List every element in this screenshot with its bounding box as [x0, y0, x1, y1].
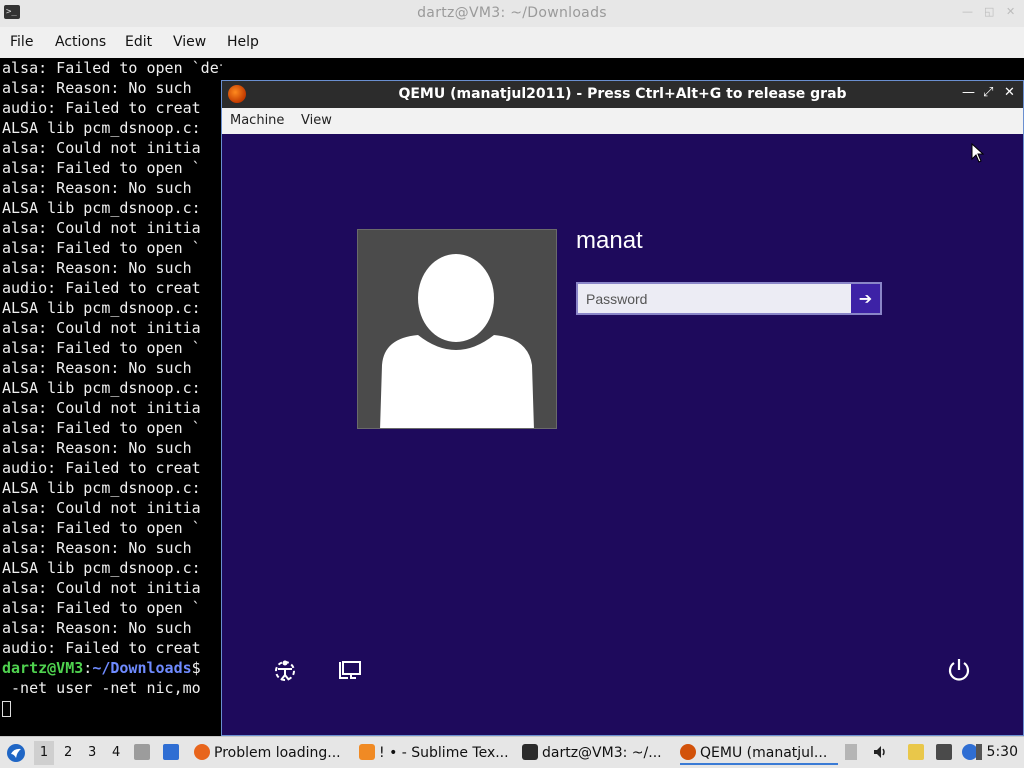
terminal-cursor	[2, 700, 11, 717]
terminal-cursor-line	[2, 698, 222, 718]
menu-edit[interactable]: Edit	[125, 34, 152, 50]
workspace-4[interactable]: 4	[112, 745, 120, 760]
menu-help[interactable]: Help	[227, 34, 259, 50]
prompt-sep: :	[83, 659, 93, 677]
terminal-line: ALSA lib pcm_dsnoop.c:	[2, 379, 201, 397]
minimize-icon[interactable]: —	[962, 5, 973, 18]
terminal-line: ALSA lib pcm_dsnoop.c:	[2, 559, 201, 577]
terminal-line: alsa: Reason: No such	[2, 619, 192, 637]
power-icon[interactable]	[947, 657, 971, 687]
terminal-icon	[522, 744, 538, 760]
task-qemu[interactable]: QEMU (manatjul...	[680, 743, 838, 765]
terminal-line: alsa: Could not initia	[2, 139, 201, 157]
terminal-line: ALSA lib pcm_dsnoop.c:	[2, 199, 201, 217]
task-firefox[interactable]: Problem loading...	[194, 743, 348, 765]
clock[interactable]: 5:30	[987, 744, 1018, 760]
workspace-1[interactable]: 1	[34, 741, 54, 765]
network-icon[interactable]	[338, 660, 362, 686]
firefox-icon	[194, 744, 210, 760]
terminal-line: audio: Failed to creat	[2, 279, 201, 297]
guest-login-screen[interactable]: manat ➔	[222, 134, 1023, 735]
user-silhouette-icon	[380, 254, 534, 428]
terminal-command: -net user -net nic,mo	[2, 679, 201, 697]
clipboard-icon[interactable]	[908, 744, 924, 760]
terminal-line: alsa: Reason: No such	[2, 439, 192, 457]
qemu-menubar: Machine View	[222, 108, 1023, 134]
terminal-line: alsa: Failed to open `	[2, 519, 201, 537]
task-terminal[interactable]: dartz@VM3: ~/...	[522, 743, 668, 765]
submit-arrow-button[interactable]: ➔	[851, 284, 880, 313]
user-avatar	[357, 229, 557, 429]
login-username: manat	[576, 227, 643, 254]
terminal-line: alsa: Failed to open `	[2, 239, 201, 257]
file-manager-icon[interactable]	[134, 744, 150, 760]
terminal-line: alsa: Failed to open `default':	[2, 59, 222, 77]
terminal-line: alsa: Failed to open `	[2, 339, 201, 357]
terminal-line: alsa: Could not initia	[2, 399, 201, 417]
terminal-line: audio: Failed to creat	[2, 459, 201, 477]
terminal-line: alsa: Could not initia	[2, 499, 201, 517]
volume-icon[interactable]	[872, 744, 888, 760]
network-tray-icon[interactable]	[936, 744, 952, 760]
terminal-line: alsa: Failed to open `	[2, 599, 201, 617]
taskbar: 1 2 3 4 Problem loading... ! • - Sublime…	[0, 736, 1024, 768]
terminal-line: alsa: Reason: No such	[2, 79, 192, 97]
terminal-output[interactable]: alsa: Failed to open `default': alsa: Rea…	[0, 58, 222, 736]
maximize-icon[interactable]: ⤢	[983, 85, 993, 100]
menu-view[interactable]: View	[173, 34, 206, 50]
qemu-titlebar[interactable]: QEMU (manatjul2011) - Press Ctrl+Alt+G t…	[222, 81, 1023, 108]
terminal-line: audio: Failed to creat	[2, 99, 201, 117]
terminal-line: audio: Failed to creat	[2, 639, 201, 657]
minimize-icon[interactable]: —	[962, 85, 975, 100]
password-box: ➔	[576, 282, 882, 315]
terminal-line: alsa: Could not initia	[2, 219, 201, 237]
prompt-path: ~/Downloads	[92, 659, 192, 677]
password-input[interactable]	[578, 284, 850, 313]
terminal-line: alsa: Could not initia	[2, 579, 201, 597]
terminal-line: alsa: Reason: No such	[2, 259, 192, 277]
workspace-3[interactable]: 3	[88, 745, 96, 760]
qemu-window[interactable]: QEMU (manatjul2011) - Press Ctrl+Alt+G t…	[221, 80, 1024, 736]
terminal-titlebar[interactable]: >_ dartz@VM3: ~/Downloads — ◱ ✕	[0, 0, 1024, 27]
scroll-up-icon[interactable]	[845, 744, 857, 760]
terminal-line: alsa: Could not initia	[2, 319, 201, 337]
terminal-line: ALSA lib pcm_dsnoop.c:	[2, 299, 201, 317]
prompt-end: $	[191, 659, 201, 677]
ease-of-access-icon[interactable]	[272, 658, 298, 688]
sublime-icon	[359, 744, 375, 760]
mouse-cursor-icon	[971, 143, 985, 163]
menu-machine[interactable]: Machine	[230, 113, 284, 128]
maximize-icon[interactable]: ◱	[984, 5, 994, 18]
menu-file[interactable]: File	[10, 34, 33, 50]
task-sublime[interactable]: ! • - Sublime Tex...	[359, 743, 509, 765]
close-icon[interactable]: ✕	[1004, 85, 1015, 100]
terminal-window-title: dartz@VM3: ~/Downloads	[417, 5, 607, 21]
menu-actions[interactable]: Actions	[55, 34, 106, 50]
terminal-line: alsa: Reason: No such	[2, 359, 192, 377]
terminal-prompt: dartz@VM3:~/Downloads$	[2, 658, 222, 678]
close-icon[interactable]: ✕	[1006, 5, 1015, 18]
terminal-line: alsa: Reason: No such	[2, 539, 192, 557]
qemu-window-title: QEMU (manatjul2011) - Press Ctrl+Alt+G t…	[398, 86, 847, 102]
show-desktop-icon[interactable]	[163, 744, 179, 760]
menu-view[interactable]: View	[301, 113, 332, 128]
prompt-user: dartz@VM3	[2, 659, 84, 677]
start-menu-icon[interactable]	[6, 743, 26, 763]
workspace-2[interactable]: 2	[64, 745, 72, 760]
terminal-line: ALSA lib pcm_dsnoop.c:	[2, 119, 201, 137]
terminal-line: alsa: Failed to open `	[2, 159, 201, 177]
qemu-icon	[680, 744, 696, 760]
terminal-line: alsa: Reason: No such	[2, 179, 192, 197]
terminal-line: ALSA lib pcm_dsnoop.c:	[2, 479, 201, 497]
terminal-menubar: File Actions Edit View Help	[0, 27, 1024, 58]
tray-indicator-icon	[976, 744, 982, 760]
terminal-line: alsa: Failed to open `	[2, 419, 201, 437]
